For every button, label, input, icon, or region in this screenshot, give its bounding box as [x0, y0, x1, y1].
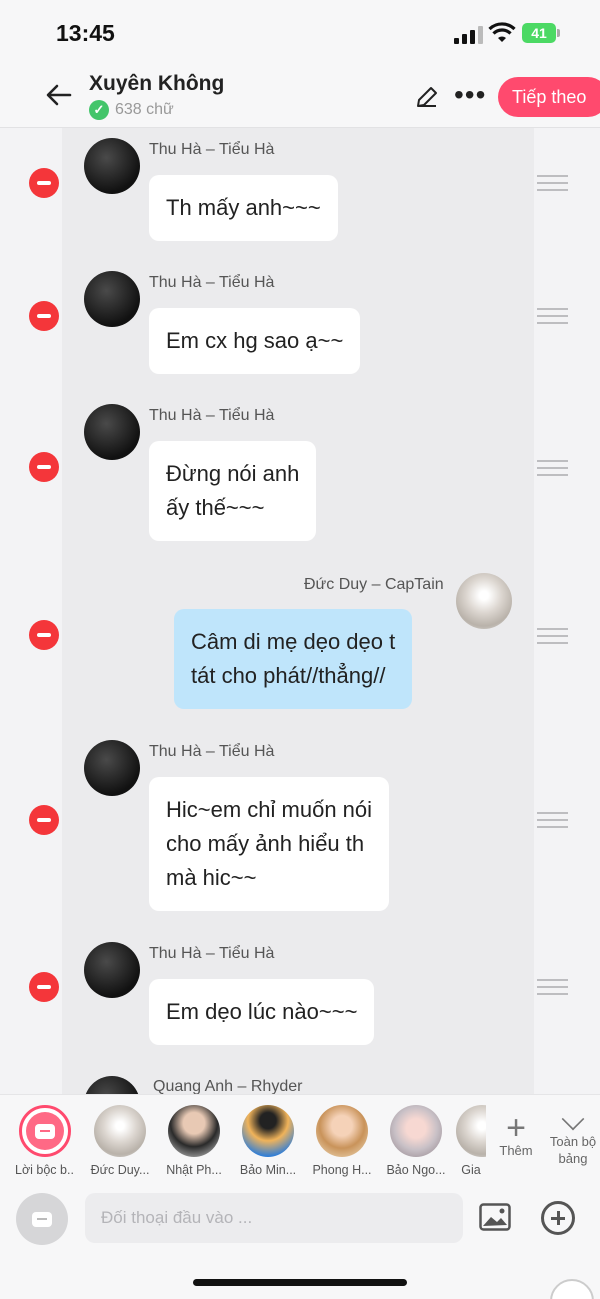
status-bar: 13:45 41	[0, 0, 600, 66]
avatar	[242, 1105, 294, 1157]
wifi-icon	[488, 22, 516, 42]
avatar	[168, 1105, 220, 1157]
verified-check-icon: ✓	[89, 100, 109, 120]
delete-message-button[interactable]	[29, 972, 59, 1002]
avatar	[84, 740, 140, 796]
character-item[interactable]: Đức Duy...	[90, 1105, 150, 1177]
sender-name: Đức Duy – CapTain	[304, 576, 444, 593]
delete-message-button[interactable]	[29, 805, 59, 835]
avatar	[84, 271, 140, 327]
chat-bubble-icon	[32, 1211, 52, 1227]
message-bubble[interactable]: Đừng nói anh ấy thế~~~	[149, 441, 317, 541]
character-name: Gia	[461, 1163, 481, 1177]
dialogue-input[interactable]: Đối thoại đầu vào ...	[85, 1193, 463, 1243]
narrator-switch-button[interactable]	[16, 1193, 68, 1245]
sender-name: Thu Hà – Tiểu Hà	[149, 945, 275, 962]
add-icon[interactable]	[541, 1201, 575, 1235]
delete-message-button[interactable]	[29, 168, 59, 198]
character-item[interactable]: Bảo Min...	[238, 1105, 298, 1177]
character-item[interactable]: Phong H...	[312, 1105, 372, 1177]
next-button[interactable]: Tiếp theo	[498, 77, 600, 117]
battery-icon: 41	[522, 23, 560, 43]
avatar	[84, 138, 140, 194]
word-count-label: 638 chữ	[115, 101, 174, 118]
character-name: Nhật Ph...	[166, 1163, 222, 1177]
avatar	[456, 573, 512, 629]
character-name: Phong H...	[312, 1163, 372, 1177]
drag-handle-icon[interactable]	[537, 308, 568, 324]
sender-name: Thu Hà – Tiểu Hà	[149, 141, 275, 158]
plus-icon: +	[506, 1109, 526, 1147]
drag-handle-icon[interactable]	[537, 460, 568, 476]
sender-name: Thu Hà – Tiểu Hà	[149, 743, 275, 760]
image-icon[interactable]	[479, 1203, 511, 1231]
drag-handle-icon[interactable]	[537, 979, 568, 995]
message-bubble[interactable]: Câm di mẹ dẹo dẹo t tát cho phát//thẳng/…	[174, 609, 413, 709]
avatar	[84, 942, 140, 998]
sender-name: Thu Hà – Tiểu Hà	[149, 407, 275, 424]
back-arrow-icon[interactable]	[44, 80, 74, 110]
story-title: Xuyên Không	[89, 72, 225, 95]
character-name: Bảo Min...	[239, 1163, 297, 1177]
character-item[interactable]: Bảo Ngo...	[386, 1105, 446, 1177]
character-item[interactable]: Gia	[456, 1105, 486, 1177]
clock: 13:45	[56, 20, 115, 46]
delete-message-button[interactable]	[29, 620, 59, 650]
delete-message-button[interactable]	[29, 452, 59, 482]
character-bar: Lời bộc b... Đức Duy... Nhật Ph... Bảo M…	[0, 1094, 600, 1184]
word-count: ✓ 638 chữ	[89, 100, 174, 120]
delete-message-button[interactable]	[29, 301, 59, 331]
chevron-down-icon	[561, 1107, 585, 1131]
message-bubble[interactable]: Em cx hg sao ạ~~	[149, 308, 361, 374]
drag-handle-icon[interactable]	[537, 628, 568, 644]
message-bubble[interactable]: Hic~em chỉ muốn nói cho mấy ảnh hiểu th …	[149, 777, 390, 911]
home-indicator	[193, 1279, 407, 1286]
editor-header: Xuyên Không ✓ 638 chữ ••• Tiếp theo	[0, 66, 600, 128]
avatar	[456, 1105, 486, 1157]
drag-handle-icon[interactable]	[537, 175, 568, 191]
character-name: Bảo Ngo...	[386, 1163, 446, 1177]
avatar	[94, 1105, 146, 1157]
edit-pencil-icon[interactable]	[414, 84, 440, 110]
more-options-icon[interactable]: •••	[454, 81, 486, 109]
message-bubble[interactable]: Em dẹo lúc nào~~~	[149, 979, 375, 1045]
signal-icon	[454, 26, 484, 44]
expand-all-button[interactable]: Toàn bộ bảng	[545, 1107, 600, 1167]
character-name: Lời bộc b...	[15, 1163, 75, 1177]
avatar	[390, 1105, 442, 1157]
avatar	[84, 404, 140, 460]
narrator-avatar	[19, 1105, 71, 1157]
character-name: Đức Duy...	[90, 1163, 150, 1177]
chat-bubble-icon	[35, 1123, 55, 1139]
message-bubble[interactable]: Th mấy anh~~~	[149, 175, 338, 241]
character-item[interactable]: Nhật Ph...	[164, 1105, 224, 1177]
sender-name: Thu Hà – Tiểu Hà	[149, 274, 275, 291]
drag-handle-icon[interactable]	[537, 812, 568, 828]
avatar	[316, 1105, 368, 1157]
character-narrator[interactable]: Lời bộc b...	[15, 1105, 75, 1177]
add-character-button[interactable]: + Thêm	[493, 1109, 539, 1158]
